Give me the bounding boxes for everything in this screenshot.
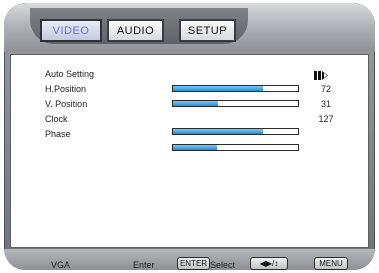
v-position-slider[interactable] — [172, 100, 299, 107]
h-position-fill — [173, 86, 263, 91]
tab-strip: VIDEO AUDIO SETUP — [30, 8, 248, 44]
h-position-label: H.Position — [45, 84, 87, 94]
auto-adjust-icon[interactable] — [314, 71, 334, 80]
phase-slider[interactable] — [172, 128, 299, 135]
enter-label: Enter — [133, 260, 155, 270]
settings-panel: Auto Setting H.Position 72 V. Position 3… — [10, 54, 369, 248]
nav-key[interactable]: ◀▶/↕ — [250, 257, 288, 270]
tab-audio[interactable]: AUDIO — [107, 19, 164, 42]
clock-label: Clock — [45, 114, 68, 124]
tab-setup[interactable]: SETUP — [179, 19, 236, 42]
phase-fill — [173, 129, 263, 134]
enter-key[interactable]: ENTER — [177, 257, 210, 270]
source-label: VGA — [51, 260, 71, 270]
select-label: Select — [210, 260, 236, 270]
osd-header: VIDEO AUDIO SETUP — [4, 3, 375, 52]
clock-value: 127 — [318, 114, 334, 124]
osd-menu: VIDEO AUDIO SETUP Auto Setting H.Positio… — [4, 3, 375, 270]
phase-label: Phase — [45, 129, 71, 139]
auto-setting-label[interactable]: Auto Setting — [45, 69, 94, 79]
h-position-value: 72 — [320, 84, 331, 94]
tab-video[interactable]: VIDEO — [40, 19, 102, 42]
v-position-fill — [173, 101, 218, 106]
menu-key[interactable]: MENU — [314, 257, 348, 270]
v-position-value: 31 — [320, 99, 331, 109]
phase-fine-fill — [173, 145, 217, 150]
phase-fine-slider[interactable] — [172, 144, 299, 151]
h-position-slider[interactable] — [172, 85, 299, 92]
v-position-label: V. Position — [45, 99, 88, 109]
